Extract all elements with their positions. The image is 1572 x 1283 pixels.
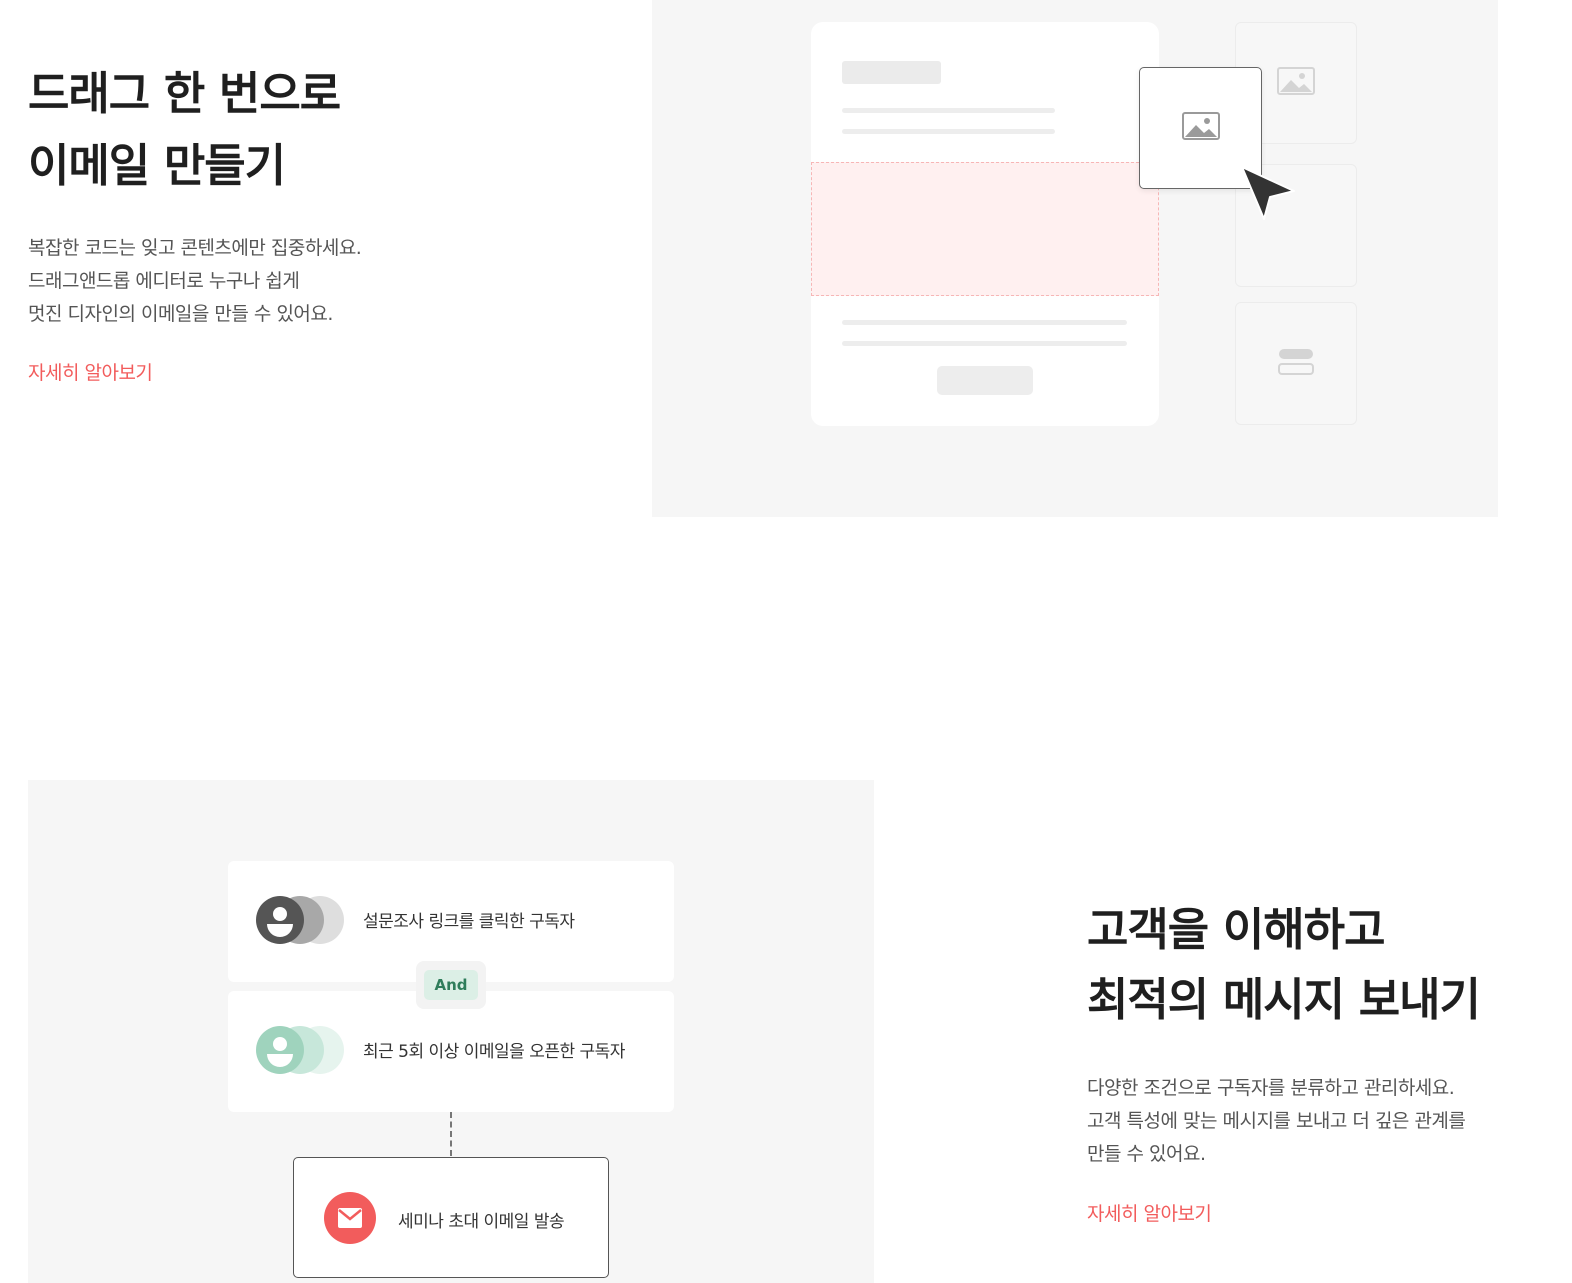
action-text: 세미나 초대 이메일 발송 bbox=[398, 1212, 565, 1232]
segment-illustration: 설문조사 링크를 클릭한 구독자 최근 5회 이상 이메일을 오픈한 구독자 A… bbox=[28, 780, 874, 1283]
button-placeholder bbox=[937, 366, 1033, 395]
condition-text: 최근 5회 이상 이메일을 오픈한 구독자 bbox=[363, 1042, 625, 1062]
text-line-placeholder bbox=[842, 108, 1055, 113]
drag-desc-line-2: 드래그앤드롭 에디터로 누구나 쉽게 bbox=[28, 270, 300, 292]
mail-icon bbox=[324, 1192, 376, 1244]
cursor-arrow-icon bbox=[1240, 165, 1296, 227]
button-block-icon bbox=[1278, 348, 1314, 380]
segment-title-line-1: 고객을 이해하고 bbox=[1087, 903, 1385, 956]
drag-editor-illustration bbox=[652, 0, 1498, 517]
email-canvas-mockup bbox=[811, 22, 1159, 426]
drop-zone-highlight bbox=[811, 162, 1159, 296]
segment-desc-line-3: 만들 수 있어요. bbox=[1087, 1143, 1206, 1165]
subscriber-group-icon bbox=[256, 896, 346, 946]
drag-section-description: 복잡한 코드는 잊고 콘텐츠에만 집중하세요. 드래그앤드롭 에디터로 누구나 … bbox=[28, 232, 362, 331]
segment-section-title: 고객을 이해하고 최적의 메시지 보내기 bbox=[1087, 895, 1481, 1035]
segment-desc-line-1: 다양한 조건으로 구독자를 분류하고 관리하세요. bbox=[1087, 1077, 1455, 1099]
text-line-placeholder bbox=[842, 320, 1127, 325]
segment-title-line-2: 최적의 메시지 보내기 bbox=[1087, 973, 1481, 1026]
condition-card-open: 최근 5회 이상 이메일을 오픈한 구독자 bbox=[228, 991, 674, 1112]
and-operator-label: And bbox=[424, 970, 478, 1000]
segment-learn-more-link[interactable]: 자세히 알아보기 bbox=[1087, 1199, 1212, 1226]
and-operator-badge: And bbox=[416, 961, 486, 1009]
drag-desc-line-1: 복잡한 코드는 잊고 콘텐츠에만 집중하세요. bbox=[28, 237, 362, 259]
flow-connector bbox=[450, 1112, 452, 1156]
text-line-placeholder bbox=[842, 129, 1055, 134]
drag-title-line-2: 이메일 만들기 bbox=[28, 139, 286, 192]
title-placeholder bbox=[842, 61, 941, 84]
drag-desc-line-3: 멋진 디자인의 이메일을 만들 수 있어요. bbox=[28, 303, 333, 325]
condition-text: 설문조사 링크를 클릭한 구독자 bbox=[363, 912, 575, 932]
image-icon bbox=[1277, 67, 1315, 99]
subscriber-group-icon bbox=[256, 1026, 346, 1076]
action-card-send-email: 세미나 초대 이메일 발송 bbox=[293, 1157, 609, 1278]
drag-section-title: 드래그 한 번으로 이메일 만들기 bbox=[28, 58, 341, 202]
drag-title-line-1: 드래그 한 번으로 bbox=[28, 67, 341, 120]
image-icon bbox=[1181, 112, 1220, 144]
text-line-placeholder bbox=[842, 341, 1127, 346]
drag-learn-more-link[interactable]: 자세히 알아보기 bbox=[28, 358, 153, 385]
button-block-tile bbox=[1235, 302, 1357, 425]
segment-desc-line-2: 고객 특성에 맞는 메시지를 보내고 더 깊은 관계를 bbox=[1087, 1110, 1466, 1132]
segment-section-description: 다양한 조건으로 구독자를 분류하고 관리하세요. 고객 특성에 맞는 메시지를… bbox=[1087, 1072, 1466, 1171]
